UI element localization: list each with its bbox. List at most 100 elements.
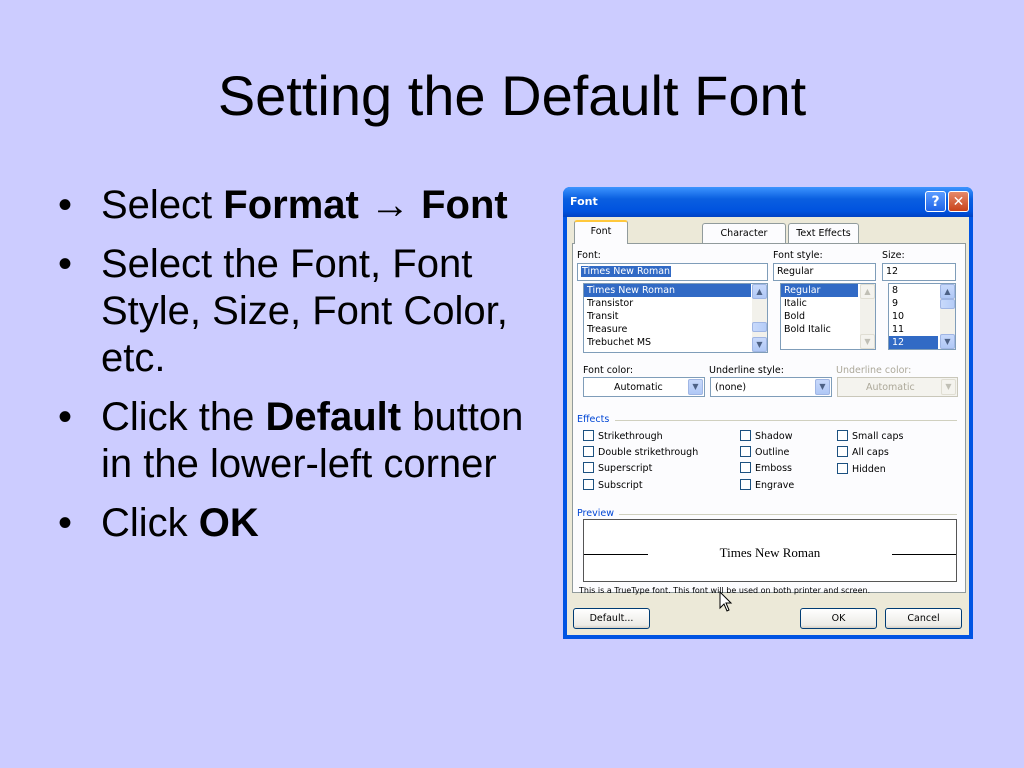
bullet-item: • Click OK	[58, 500, 538, 547]
list-item[interactable]: Regular	[781, 284, 858, 297]
preview-divider	[619, 514, 957, 515]
checkbox-label: Double strikethrough	[598, 447, 699, 458]
underline-color-value: Automatic	[866, 382, 915, 393]
font-color-value: Automatic	[614, 382, 663, 393]
list-item[interactable]: Times New Roman	[584, 284, 751, 297]
style-list-scrollbar[interactable]: ▲ ▼	[860, 284, 875, 349]
font-color-label: Font color:	[583, 365, 634, 376]
checkbox-label: Emboss	[755, 463, 792, 474]
bullet-dot: •	[58, 501, 73, 545]
preview-baseline-right	[892, 554, 956, 555]
underline-color-label: Underline color:	[836, 365, 912, 376]
all-caps-checkbox[interactable]: All caps	[837, 446, 889, 459]
checkbox-box[interactable]	[583, 430, 594, 441]
bullet-text: Select the Font, Font Style, Size, Font …	[101, 242, 508, 380]
bullet-dot: •	[58, 183, 73, 227]
help-button[interactable]: ?	[925, 191, 946, 212]
bullet-text: Click the	[101, 395, 266, 439]
bullet-text: Select	[101, 183, 224, 227]
close-button[interactable]: ✕	[948, 191, 969, 212]
effects-divider	[615, 420, 957, 421]
checkbox-box[interactable]	[837, 463, 848, 474]
bullet-item: • Select the Font, Font Style, Size, Font…	[58, 241, 538, 382]
outline-checkbox[interactable]: Outline	[740, 446, 789, 459]
bullet-bold: OK	[198, 501, 259, 545]
bullet-item: • Click the Default button in the lower-l…	[58, 394, 538, 488]
size-listbox[interactable]: 8 9 10 11 12 ▲ ▼	[888, 283, 956, 350]
double-strikethrough-checkbox[interactable]: Double strikethrough	[583, 446, 698, 459]
slide-title: Setting the Default Font	[217, 64, 807, 127]
underline-style-dropdown[interactable]: (none) ▼	[710, 377, 832, 397]
underline-color-dropdown: Automatic ▼	[837, 377, 958, 397]
cancel-button[interactable]: Cancel	[885, 608, 962, 629]
scroll-down-icon[interactable]: ▼	[940, 334, 955, 349]
checkbox-box[interactable]	[837, 446, 848, 457]
scroll-down-icon[interactable]: ▼	[752, 337, 767, 352]
subscript-checkbox[interactable]: Subscript	[583, 479, 643, 492]
close-icon: ✕	[952, 194, 965, 210]
checkbox-label: All caps	[852, 447, 889, 458]
font-style-listbox[interactable]: Regular Italic Bold Bold Italic ▲ ▼	[780, 283, 876, 350]
list-item[interactable]: Trebuchet MS	[584, 336, 767, 349]
size-list-scrollbar[interactable]: ▲ ▼	[940, 284, 955, 349]
checkbox-box[interactable]	[583, 446, 594, 457]
checkbox-label: Small caps	[852, 431, 904, 442]
mouse-pointer-icon	[719, 591, 733, 612]
bullet-dot: •	[58, 242, 73, 286]
scroll-down-icon: ▼	[860, 334, 875, 349]
checkbox-box[interactable]	[740, 446, 751, 457]
checkbox-label: Engrave	[755, 480, 795, 491]
engrave-checkbox[interactable]: Engrave	[740, 479, 794, 492]
scroll-up-icon[interactable]: ▲	[940, 284, 955, 299]
default-button[interactable]: Default...	[573, 608, 650, 629]
effects-group-label: Effects	[577, 414, 610, 425]
chevron-down-icon[interactable]: ▼	[815, 379, 830, 395]
tab-font[interactable]: Font	[574, 220, 628, 244]
checkbox-label: Subscript	[598, 480, 643, 491]
list-item[interactable]: 12	[889, 336, 938, 349]
bullet-text: Click	[101, 501, 199, 545]
scroll-thumb[interactable]	[940, 299, 955, 309]
small-caps-checkbox[interactable]: Small caps	[837, 430, 903, 443]
checkbox-box[interactable]	[740, 430, 751, 441]
ok-button[interactable]: OK	[800, 608, 877, 629]
tab-character-spacing[interactable]: Character Spacing	[702, 223, 786, 258]
checkbox-box[interactable]	[740, 462, 751, 473]
superscript-checkbox[interactable]: Superscript	[583, 462, 652, 475]
dialog-titlebar[interactable]: Font ? ✕	[563, 187, 973, 217]
bullet-bold: Default	[265, 395, 402, 439]
list-item[interactable]: Transistor	[584, 297, 767, 310]
font-style-value: Regular	[777, 266, 814, 277]
preview-text: Times New Roman	[719, 545, 821, 560]
checkbox-label: Superscript	[598, 463, 653, 474]
size-field[interactable]: 12	[882, 263, 956, 281]
strikethrough-checkbox[interactable]: Strikethrough	[583, 430, 663, 443]
checkbox-box[interactable]	[837, 430, 848, 441]
dialog-body: Character Spacing Text Effects Font Font…	[567, 217, 969, 635]
size-value: 12	[886, 266, 899, 277]
emboss-checkbox[interactable]: Emboss	[740, 462, 792, 475]
hidden-checkbox[interactable]: Hidden	[837, 463, 886, 476]
scroll-up-icon[interactable]: ▲	[752, 284, 767, 299]
bullet-bold: Format → Font	[223, 183, 508, 227]
list-item[interactable]: Transit	[584, 310, 767, 323]
checkbox-label: Outline	[755, 447, 790, 458]
checkbox-box[interactable]	[583, 462, 594, 473]
preview-group-label: Preview	[577, 508, 614, 519]
font-list-scrollbar[interactable]: ▲ ▼	[752, 284, 767, 352]
font-name-field[interactable]: Times New Roman	[577, 263, 768, 281]
list-item[interactable]: Treasure	[584, 323, 767, 336]
underline-style-label: Underline style:	[709, 365, 784, 376]
font-style-field[interactable]: Regular	[773, 263, 876, 281]
chevron-down-icon[interactable]: ▼	[688, 379, 703, 395]
font-listbox[interactable]: Times New Roman Transistor Transit Treas…	[583, 283, 768, 353]
scroll-thumb[interactable]	[752, 322, 767, 332]
font-dialog: Font ? ✕ Character Spacing Text Effects …	[563, 187, 973, 639]
checkbox-label: Hidden	[852, 464, 886, 475]
tab-text-effects[interactable]: Text Effects	[788, 223, 859, 243]
font-color-dropdown[interactable]: Automatic ▼	[583, 377, 705, 397]
checkbox-box[interactable]	[583, 479, 594, 490]
checkbox-box[interactable]	[740, 479, 751, 490]
shadow-checkbox[interactable]: Shadow	[740, 430, 793, 443]
checkbox-label: Strikethrough	[598, 431, 663, 442]
